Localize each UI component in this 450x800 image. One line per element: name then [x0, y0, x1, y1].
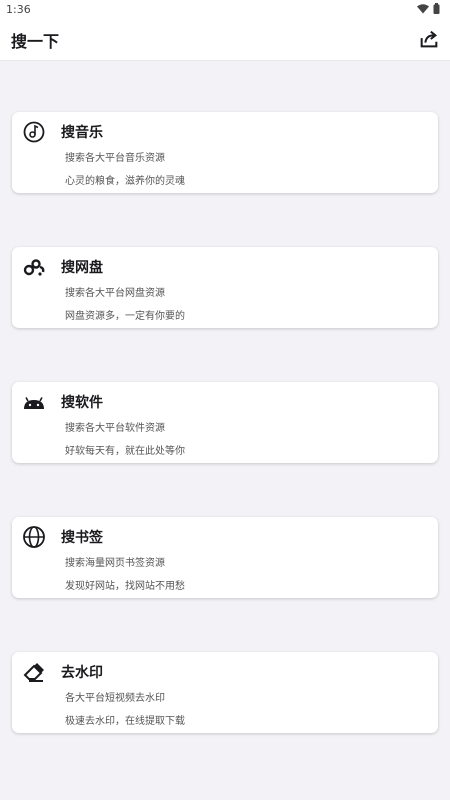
card-remove-watermark[interactable]: 去水印 各大平台短视频去水印 极速去水印，在线提取下载 [12, 652, 438, 733]
app-bar: 搜一下 [0, 22, 450, 61]
card-search-netdisk[interactable]: 搜网盘 搜索各大平台网盘资源 网盘资源多，一定有你要的 [12, 247, 438, 328]
music-icon [23, 121, 45, 143]
android-icon [24, 397, 44, 409]
card-title: 搜音乐 [61, 125, 103, 141]
status-icons [417, 3, 440, 14]
card-description: 搜索各大平台网盘资源 [65, 288, 165, 299]
card-search-music[interactable]: 搜音乐 搜索各大平台音乐资源 心灵的粮食，滋养你的灵魂 [12, 112, 438, 193]
card-description: 搜索各大平台音乐资源 [65, 153, 165, 164]
card-description: 搜索各大平台软件资源 [65, 423, 165, 434]
card-description: 各大平台短视频去水印 [65, 693, 165, 704]
eraser-icon [23, 663, 44, 682]
wifi-icon [417, 3, 429, 13]
card-title: 搜书签 [61, 530, 103, 546]
globe-icon [23, 526, 45, 548]
netdisk-icon [23, 259, 45, 276]
card-search-software[interactable]: 搜软件 搜索各大平台软件资源 好软每天有，就在此处等你 [12, 382, 438, 463]
card-search-bookmarks[interactable]: 搜书签 搜索海量网页书签资源 发现好网站，找网站不用愁 [12, 517, 438, 598]
battery-icon [433, 3, 440, 14]
page-title: 搜一下 [11, 32, 60, 51]
card-description: 搜索海量网页书签资源 [65, 558, 165, 569]
status-bar: 1:36 [0, 0, 450, 22]
card-title: 去水印 [61, 665, 103, 681]
card-tagline: 心灵的粮食，滋养你的灵魂 [65, 176, 185, 187]
card-tagline: 网盘资源多，一定有你要的 [65, 311, 185, 322]
card-title: 搜网盘 [61, 260, 103, 276]
card-title: 搜软件 [61, 395, 103, 411]
status-time: 1:36 [6, 3, 31, 16]
card-tagline: 好软每天有，就在此处等你 [65, 446, 185, 457]
card-tagline: 极速去水印，在线提取下载 [65, 716, 185, 727]
share-icon[interactable] [418, 28, 440, 50]
card-tagline: 发现好网站，找网站不用愁 [65, 581, 185, 592]
